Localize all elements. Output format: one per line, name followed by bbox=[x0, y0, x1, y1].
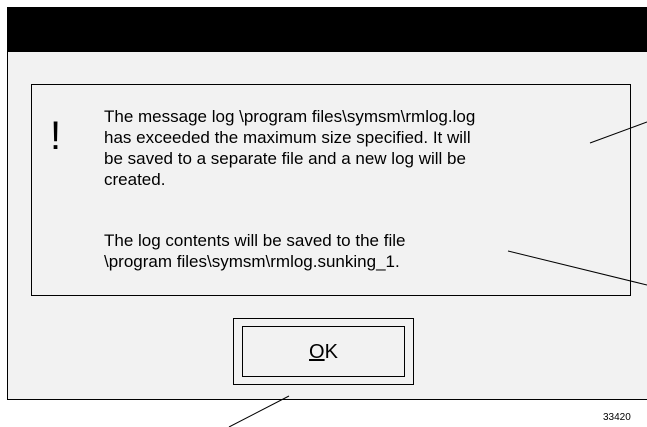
ok-label-rest: K bbox=[324, 341, 338, 363]
title-bar bbox=[7, 7, 647, 52]
ok-mnemonic: O bbox=[309, 341, 325, 363]
message-line: created. bbox=[104, 170, 166, 189]
message-line: be saved to a separate file and a new lo… bbox=[104, 149, 466, 168]
message-line: The message log \program files\symsm\rml… bbox=[104, 107, 476, 126]
figure-number: 33420 bbox=[603, 412, 631, 423]
message-text: The message log \program files\symsm\rml… bbox=[104, 106, 614, 190]
callout-line-ok bbox=[228, 395, 290, 427]
save-location-text: The log contents will be saved to the fi… bbox=[104, 230, 614, 272]
message-line: The log contents will be saved to the fi… bbox=[104, 231, 406, 250]
message-line: \program files\symsm\rmlog.sunking_1. bbox=[104, 252, 400, 271]
exclamation-icon: ! bbox=[50, 114, 62, 158]
message-dialog: ! The message log \program files\symsm\r… bbox=[0, 0, 647, 427]
message-line: has exceeded the maximum size specified.… bbox=[104, 128, 471, 147]
ok-button[interactable]: OK bbox=[242, 326, 405, 377]
